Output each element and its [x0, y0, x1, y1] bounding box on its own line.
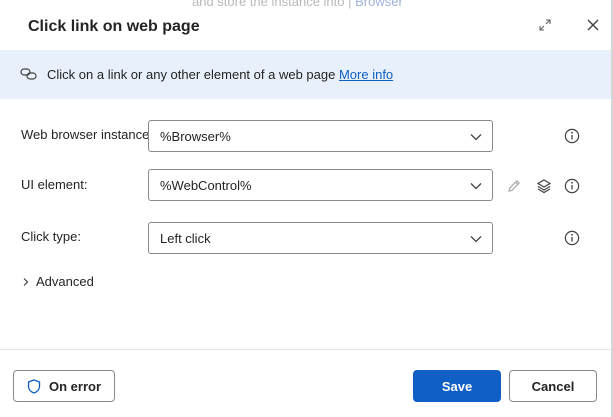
web-browser-instance-value: %Browser% [160, 129, 231, 144]
ui-element-value: %WebControl% [160, 178, 252, 193]
info-description: Click on a link or any other element of … [47, 67, 336, 82]
background-hint-link: Browser [355, 0, 403, 9]
chevron-down-icon [470, 183, 482, 190]
background-hint-separator: | [348, 0, 352, 9]
click-type-dropdown[interactable]: Left click [148, 222, 493, 254]
save-button[interactable]: Save [413, 370, 501, 402]
chevron-right-icon [23, 277, 29, 286]
web-browser-instance-label: Web browser instance: [21, 127, 153, 142]
info-icon[interactable] [563, 127, 581, 145]
chevron-down-icon [470, 236, 482, 243]
dialog-title: Click link on web page [28, 18, 200, 35]
on-error-label: On error [48, 378, 101, 394]
more-info-link[interactable]: More info [339, 67, 393, 82]
info-text: Click on a link or any other element of … [47, 67, 393, 82]
info-icon[interactable] [563, 177, 581, 195]
cancel-button[interactable]: Cancel [509, 370, 597, 402]
background-hint-label: and store the instance into [192, 0, 345, 9]
advanced-toggle[interactable]: Advanced [20, 274, 94, 289]
advanced-label: Advanced [36, 274, 94, 289]
background-hint-text: and store the instance into | Browser [192, 0, 403, 9]
ui-element-dropdown[interactable]: %WebControl% [148, 169, 493, 201]
chevron-down-icon [470, 134, 482, 141]
web-browser-instance-dropdown[interactable]: %Browser% [148, 120, 493, 152]
on-error-button[interactable]: On error [13, 370, 115, 402]
footer-divider [0, 349, 611, 350]
edit-pencil-icon[interactable] [505, 177, 523, 195]
click-type-value: Left click [160, 231, 211, 246]
shield-icon [27, 378, 41, 394]
click-type-label: Click type: [21, 229, 81, 244]
info-bar: Click on a link or any other element of … [0, 50, 611, 99]
expand-icon[interactable] [534, 14, 556, 36]
layers-icon[interactable] [535, 177, 553, 195]
click-link-dialog: and store the instance into | Browser Cl… [0, 0, 613, 417]
info-icon[interactable] [563, 229, 581, 247]
link-icon [20, 68, 37, 80]
ui-element-label: UI element: [21, 177, 88, 192]
close-icon[interactable] [582, 14, 604, 36]
